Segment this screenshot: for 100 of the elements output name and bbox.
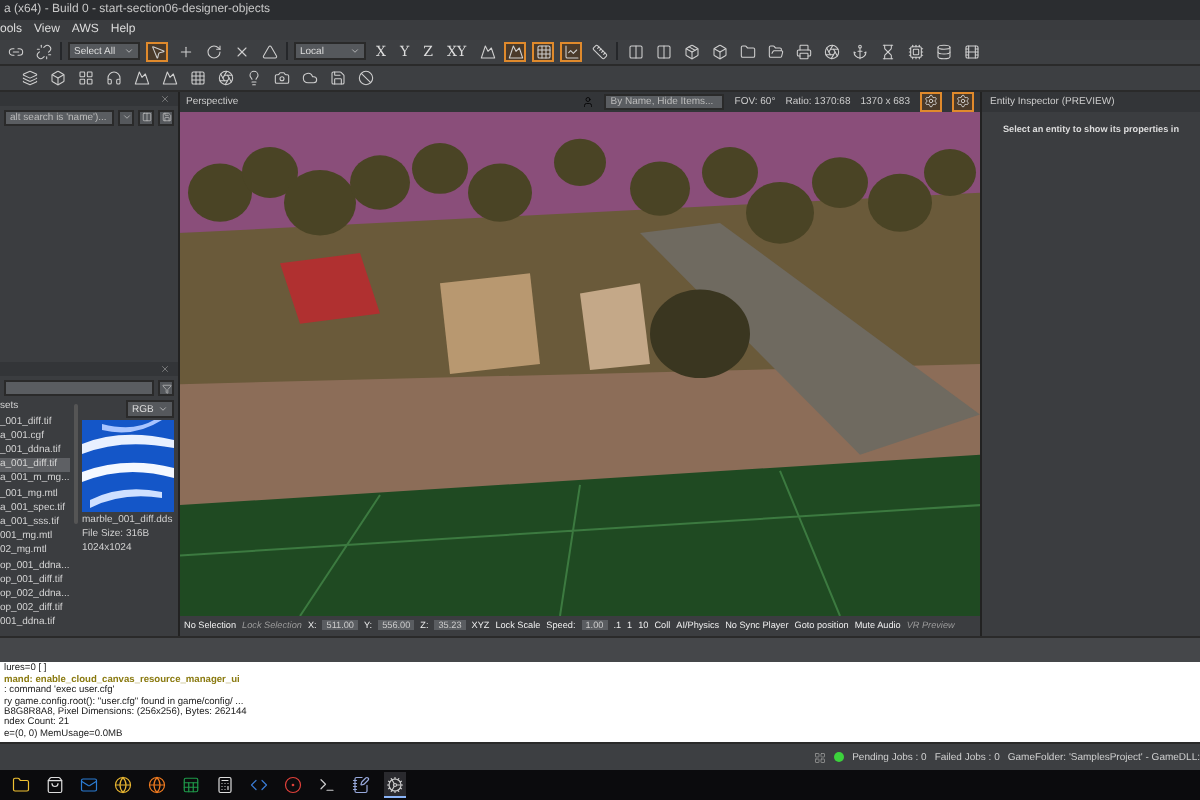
cloud-icon bbox=[301, 69, 317, 86]
toolbar-button[interactable] bbox=[158, 67, 180, 88]
taskbar-button[interactable] bbox=[384, 772, 406, 799]
toolbar-button[interactable] bbox=[792, 41, 815, 62]
taskbar-button[interactable] bbox=[44, 772, 66, 799]
user-icon bbox=[582, 95, 595, 108]
mail-icon bbox=[80, 775, 98, 794]
caret-icon bbox=[124, 46, 134, 57]
save-icon bbox=[329, 69, 345, 86]
layout-icon bbox=[627, 43, 644, 60]
save-icon bbox=[161, 112, 171, 123]
lightbulb-icon bbox=[245, 69, 261, 86]
toolbar-button[interactable] bbox=[130, 67, 152, 88]
globe-icon bbox=[114, 775, 132, 794]
ruler-icon bbox=[591, 43, 608, 60]
tool-button[interactable] bbox=[504, 41, 527, 62]
settings-button[interactable] bbox=[920, 91, 942, 112]
toolbar-button[interactable] bbox=[186, 67, 208, 88]
toolbar-button[interactable] bbox=[680, 41, 703, 62]
toolbar-button[interactable] bbox=[960, 41, 983, 62]
taskbar-button[interactable] bbox=[146, 772, 168, 799]
box-icon bbox=[49, 69, 65, 86]
toolbar-button[interactable] bbox=[848, 41, 871, 62]
tool-button[interactable] bbox=[532, 41, 555, 62]
database-icon bbox=[935, 43, 952, 60]
tool-button[interactable] bbox=[258, 41, 280, 62]
code-icon bbox=[250, 775, 268, 794]
film-icon bbox=[963, 43, 980, 60]
toolbar-button[interactable] bbox=[270, 67, 292, 88]
notepad-icon bbox=[352, 775, 370, 794]
toolbar-button[interactable] bbox=[354, 67, 376, 88]
toolbar-button[interactable] bbox=[708, 41, 731, 62]
settings-button[interactable] bbox=[952, 91, 974, 112]
tool-button[interactable] bbox=[146, 41, 168, 62]
settings-icon bbox=[956, 94, 970, 109]
rotate-icon bbox=[205, 43, 221, 60]
toolbar-button[interactable] bbox=[102, 67, 124, 88]
layers-icon bbox=[21, 69, 37, 86]
aperture-icon bbox=[217, 69, 233, 86]
terminal-icon bbox=[318, 775, 336, 794]
aperture-icon bbox=[823, 43, 840, 60]
tool-button[interactable] bbox=[588, 41, 611, 62]
link-icon bbox=[7, 43, 23, 60]
toolbar-button[interactable] bbox=[736, 41, 759, 62]
layout-icon bbox=[141, 112, 151, 123]
taskbar-button[interactable] bbox=[350, 772, 372, 799]
toolbar-button[interactable] bbox=[74, 67, 96, 88]
move-icon bbox=[177, 43, 193, 60]
grid-icon bbox=[535, 43, 552, 60]
record-icon bbox=[284, 775, 302, 794]
layout-icon bbox=[655, 43, 672, 60]
printer-icon bbox=[795, 43, 812, 60]
toolbar-button[interactable] bbox=[904, 41, 927, 62]
folder-icon bbox=[767, 43, 784, 60]
save-button[interactable] bbox=[158, 109, 174, 126]
toolbar-button[interactable] bbox=[46, 67, 68, 88]
camera-icon bbox=[273, 69, 289, 86]
grid-icon bbox=[77, 69, 93, 86]
toolbar-button[interactable] bbox=[624, 41, 647, 62]
grid-icon bbox=[189, 69, 205, 86]
grid-icon bbox=[814, 751, 827, 764]
toolbar-button[interactable] bbox=[298, 67, 320, 88]
toolbar-button[interactable] bbox=[764, 41, 787, 62]
caret-icon bbox=[158, 404, 168, 415]
folder-icon bbox=[739, 43, 756, 60]
ban-icon bbox=[357, 69, 373, 86]
tool-button[interactable] bbox=[560, 41, 583, 62]
caret-icon bbox=[350, 46, 360, 57]
box-icon bbox=[711, 43, 728, 60]
hourglass-icon bbox=[879, 43, 896, 60]
dropdown-button[interactable] bbox=[118, 109, 134, 126]
toolbar-button[interactable] bbox=[932, 41, 955, 62]
tool-button[interactable] bbox=[202, 41, 224, 62]
pointer-icon bbox=[149, 43, 165, 60]
toolbar-button[interactable] bbox=[326, 67, 348, 88]
taskbar-button[interactable] bbox=[214, 772, 236, 799]
view-button[interactable] bbox=[138, 109, 154, 126]
gear-icon bbox=[386, 775, 404, 794]
unlink-button[interactable] bbox=[32, 41, 54, 62]
filter-icon bbox=[161, 383, 171, 394]
headphones-icon bbox=[105, 69, 121, 86]
toolbar-button[interactable] bbox=[18, 67, 40, 88]
folder-icon bbox=[12, 775, 30, 794]
splitter-bar[interactable] bbox=[0, 635, 1200, 663]
toolbar-button[interactable] bbox=[820, 41, 843, 62]
shopping-bag-icon bbox=[46, 775, 64, 794]
taskbar-button[interactable] bbox=[112, 772, 134, 799]
settings-icon bbox=[924, 94, 938, 109]
globe-icon bbox=[148, 775, 166, 794]
package-icon bbox=[683, 43, 700, 60]
calculator-icon bbox=[216, 775, 234, 794]
search-field[interactable] bbox=[4, 380, 154, 397]
anchor-icon bbox=[851, 43, 868, 60]
unlink-icon bbox=[35, 43, 51, 60]
tool-button[interactable] bbox=[476, 41, 499, 62]
chip-icon bbox=[907, 43, 924, 60]
spreadsheet-icon bbox=[182, 775, 200, 794]
toolbar-button[interactable] bbox=[214, 67, 236, 88]
filter-button[interactable] bbox=[158, 380, 174, 397]
toolbar-button[interactable] bbox=[652, 41, 675, 62]
